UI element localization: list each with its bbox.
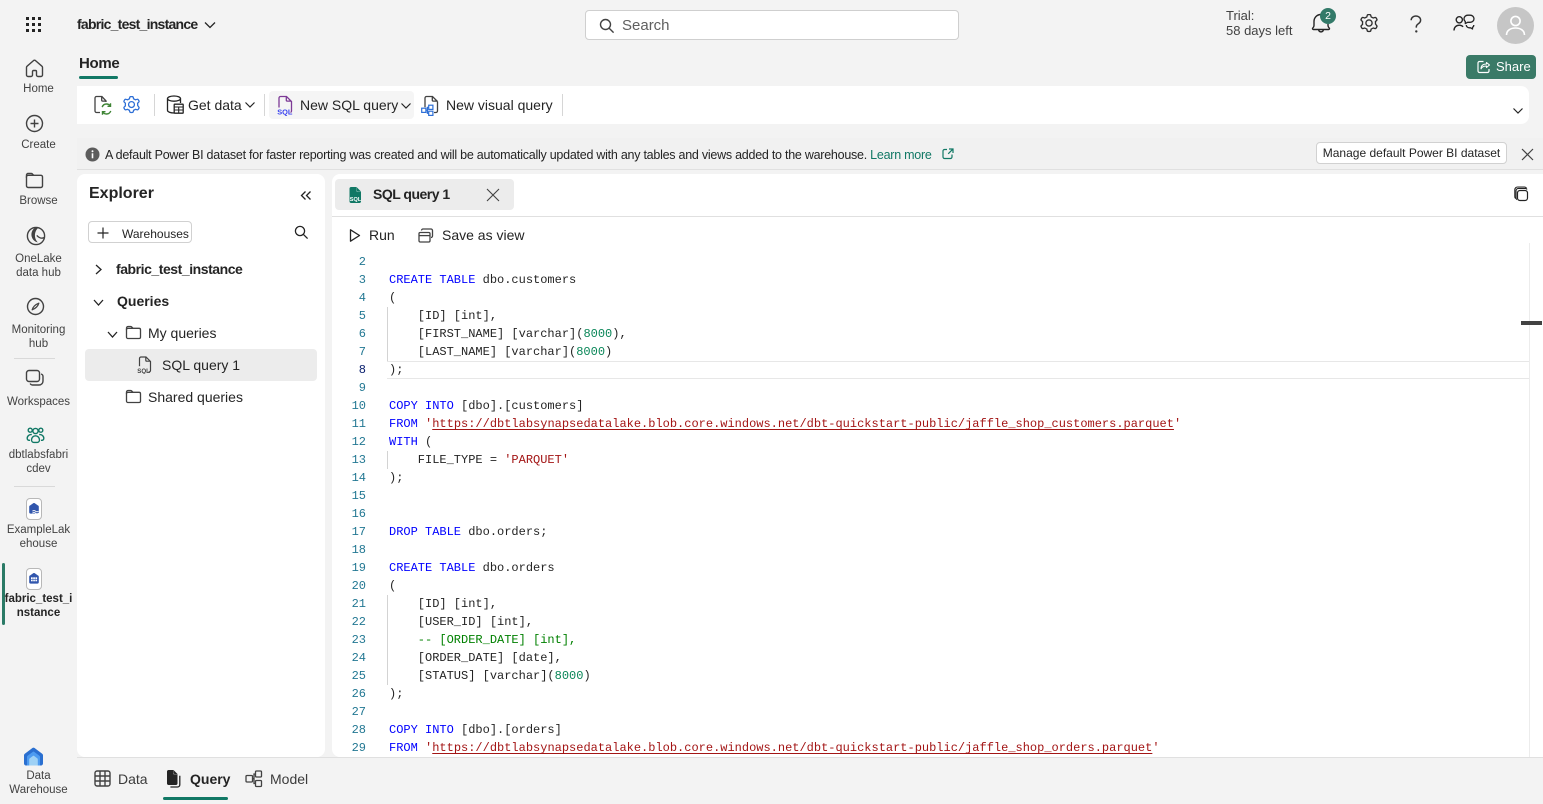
svg-text:SQL: SQL <box>137 368 150 374</box>
svg-text:SQL: SQL <box>277 108 293 116</box>
svg-text:SQL: SQL <box>350 197 362 203</box>
